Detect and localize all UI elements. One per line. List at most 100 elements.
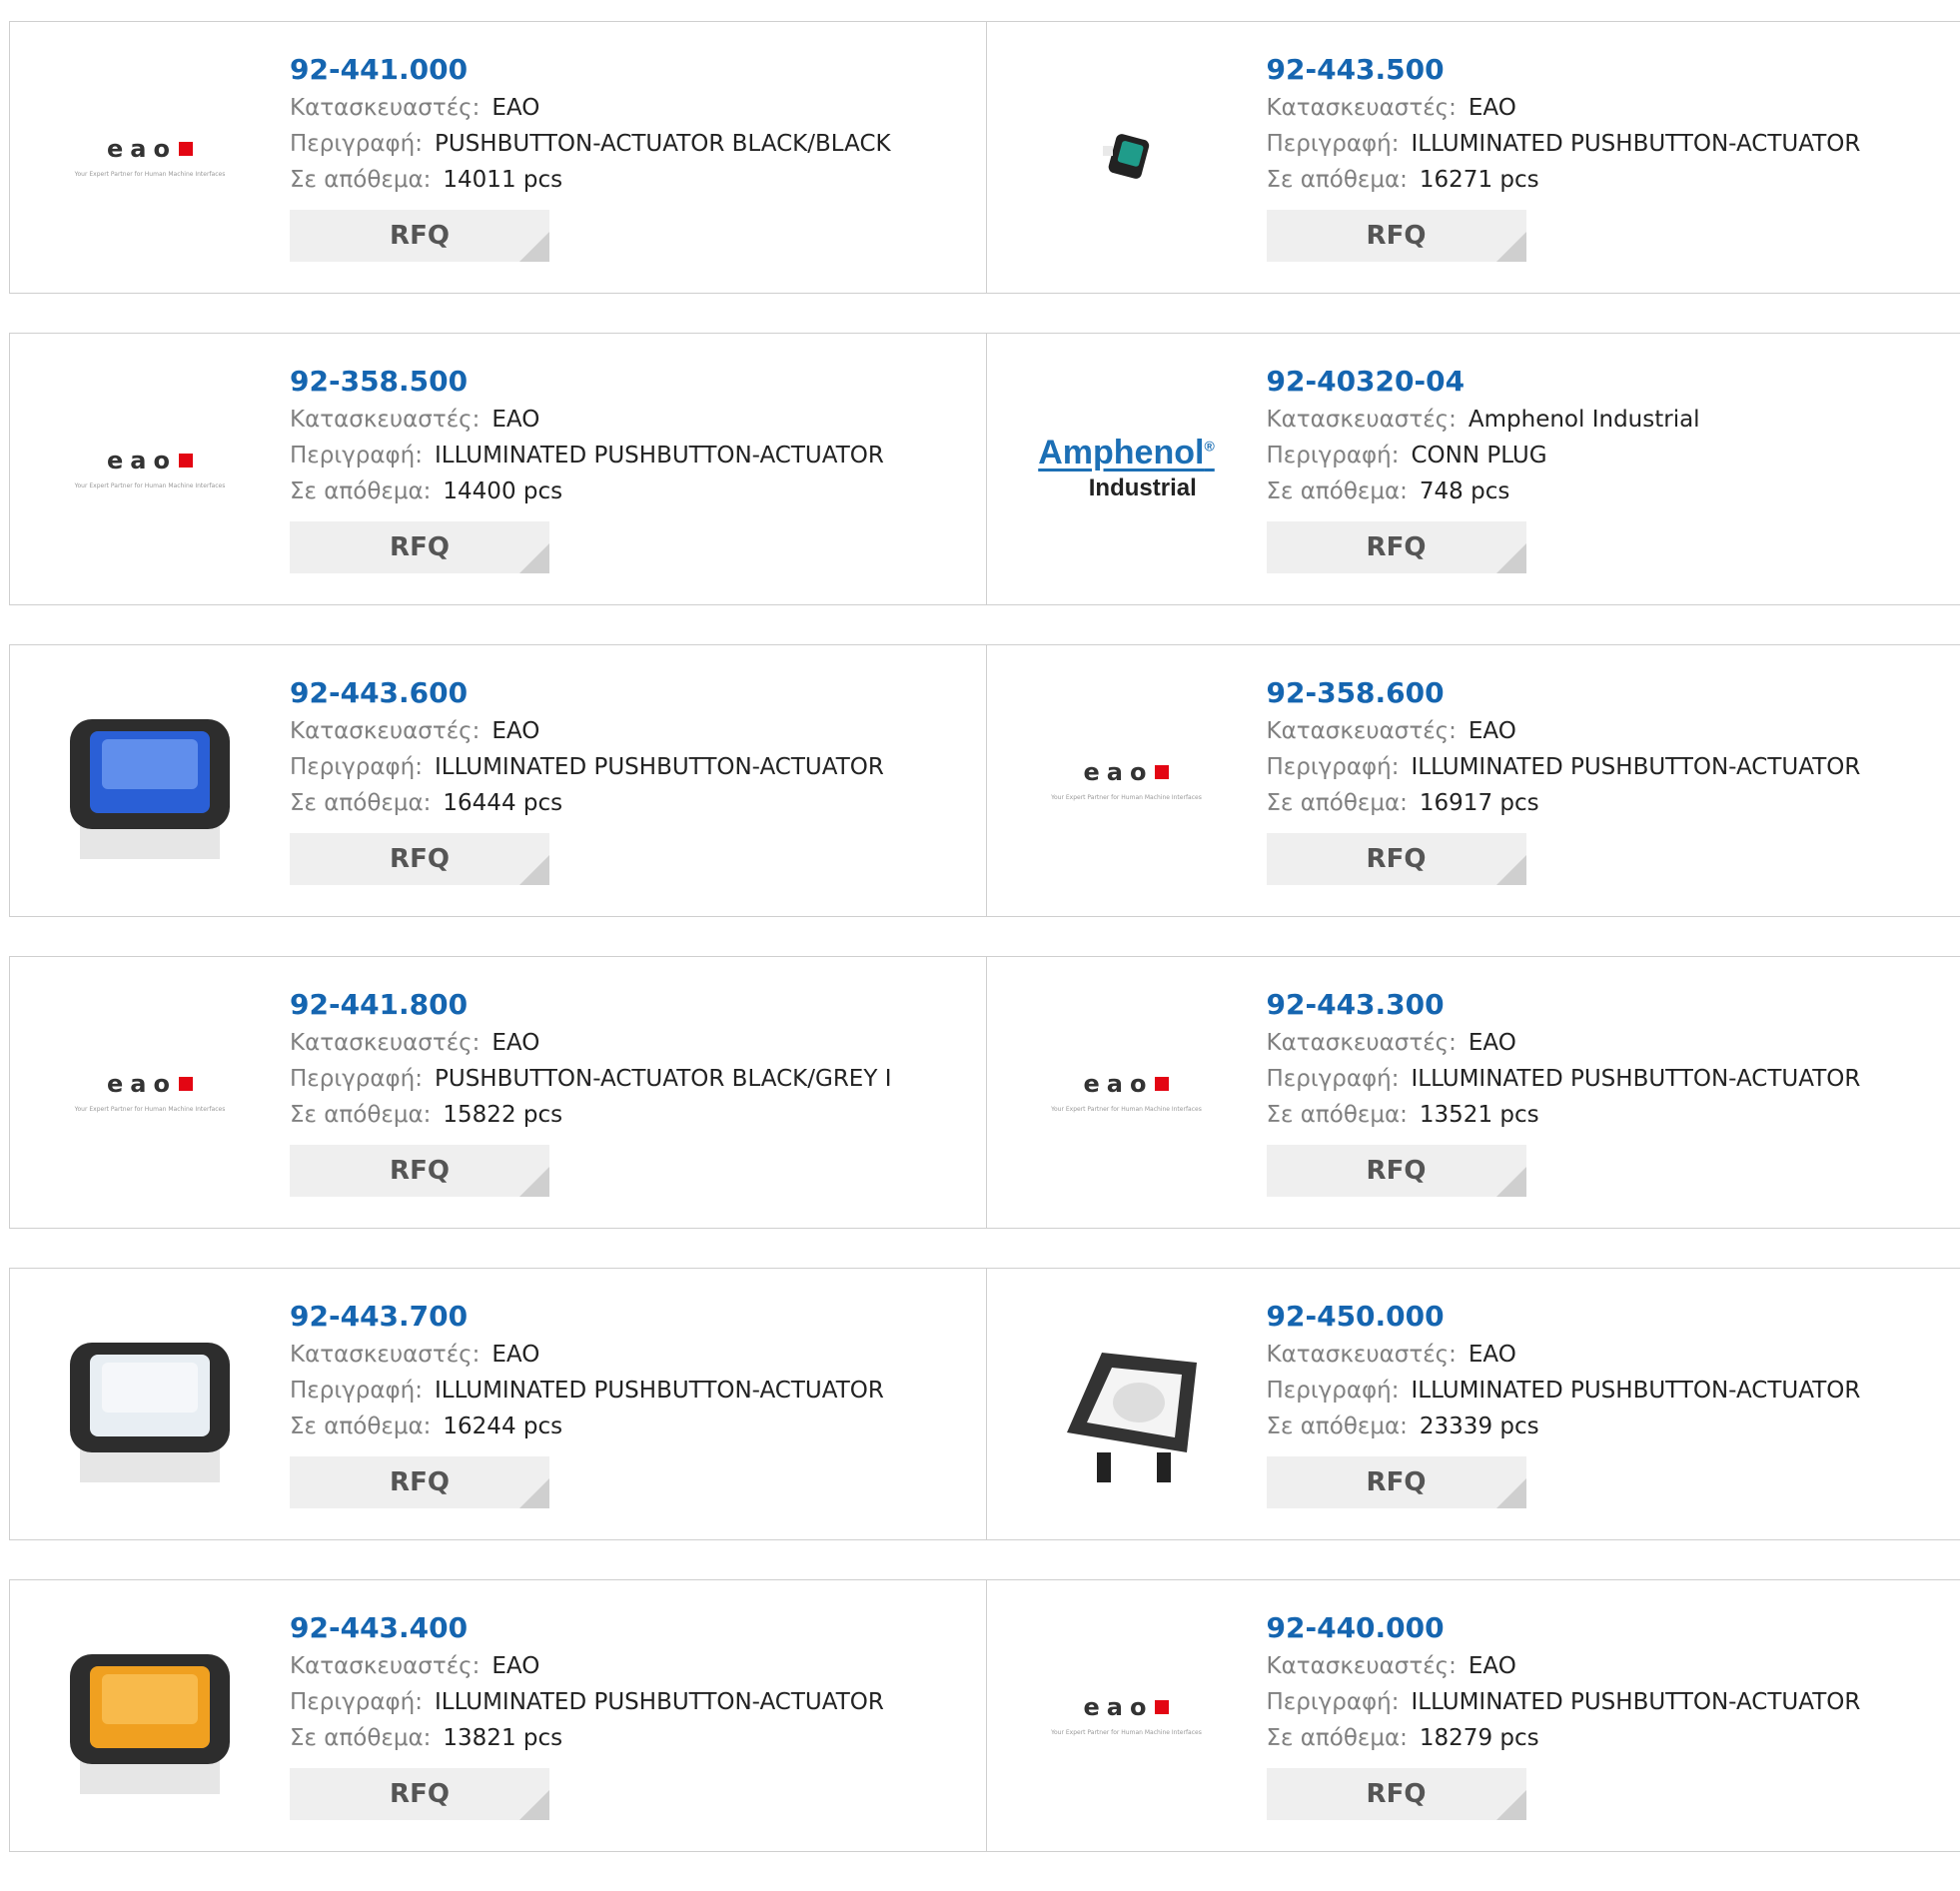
rfq-button[interactable]: RFQ [1267, 1456, 1526, 1508]
rfq-button[interactable]: RFQ [290, 833, 549, 885]
product-info: 92-441.800Κατασκευαστές:EAOΠεριγραφή:PUS… [290, 985, 891, 1197]
part-number-link[interactable]: 92-358.500 [290, 362, 884, 402]
rfq-button[interactable]: RFQ [290, 1768, 549, 1820]
part-number-link[interactable]: 92-443.600 [290, 673, 884, 713]
rfq-button[interactable]: RFQ [290, 521, 549, 573]
description-line: Περιγραφή:ILLUMINATED PUSHBUTTON-ACTUATO… [1267, 1373, 1861, 1409]
stock-value: 18279 pcs [1420, 1725, 1539, 1751]
product-info: 92-443.400Κατασκευαστές:EAOΠεριγραφή:ILL… [290, 1608, 884, 1820]
pushbutton-actuator-photo [50, 679, 250, 879]
part-number-link[interactable]: 92-441.800 [290, 985, 891, 1025]
product-image[interactable] [1027, 1303, 1227, 1502]
stock-value: 23339 pcs [1420, 1414, 1539, 1439]
eao-logo-word: eao [107, 447, 177, 474]
rfq-button[interactable]: RFQ [1267, 1768, 1526, 1820]
amphenol-logo: Amphenol®Industrial [1038, 434, 1215, 502]
product-image[interactable]: eaoYour Expert Partner for Human Machine… [50, 368, 250, 567]
description-line: Περιγραφή:PUSHBUTTON-ACTUATOR BLACK/BLAC… [290, 126, 891, 162]
rfq-button-label: RFQ [1367, 1779, 1427, 1809]
product-image[interactable]: Amphenol®Industrial [1027, 368, 1227, 567]
rfq-button[interactable]: RFQ [1267, 1145, 1526, 1197]
manufacturer-value: EAO [491, 1342, 539, 1368]
part-number-link[interactable]: 92-443.400 [290, 1608, 884, 1648]
stock-value: 14400 pcs [443, 478, 562, 504]
product-image[interactable] [50, 1614, 250, 1814]
stock-line: Σε απόθεμα:16444 pcs [290, 785, 884, 821]
manufacturer-value: EAO [1469, 718, 1516, 744]
product-image[interactable] [50, 679, 250, 879]
manufacturer-value: EAO [491, 718, 539, 744]
manufacturer-value: EAO [491, 95, 539, 121]
description-line: Περιγραφή:ILLUMINATED PUSHBUTTON-ACTUATO… [290, 438, 884, 473]
manufacturer-line: Κατασκευαστές:EAO [290, 1025, 891, 1061]
product-card: eaoYour Expert Partner for Human Machine… [10, 22, 986, 293]
rfq-button-label: RFQ [390, 532, 450, 562]
product-row: 92-443.700 Κατασκευαστές: EAO Περιγραφή:ILL… [9, 1268, 1960, 1540]
rfq-button[interactable]: RFQ [290, 1145, 549, 1197]
rfq-button[interactable]: RFQ [1267, 521, 1526, 573]
stock-value: 13521 pcs [1420, 1102, 1539, 1128]
product-image[interactable]: eaoYour Expert Partner for Human Machine… [1027, 679, 1227, 879]
product-image[interactable]: eaoYour Expert Partner for Human Machine… [1027, 991, 1227, 1191]
pushbutton-actuator-photo [1027, 56, 1227, 256]
part-number-link[interactable]: 92-443.700 [290, 1297, 884, 1337]
eao-logo: eaoYour Expert Partner for Human Machine… [1051, 758, 1202, 801]
description-line: Περιγραφή:ILLUMINATED PUSHBUTTON-ACTUATO… [1267, 1684, 1861, 1720]
product-image[interactable] [50, 1303, 250, 1502]
rfq-button[interactable]: RFQ [290, 210, 549, 262]
product-card: eaoYour Expert Partner for Human Machine… [10, 957, 986, 1228]
stock-value: 15822 pcs [443, 1102, 562, 1128]
product-image[interactable]: eaoYour Expert Partner for Human Machine… [50, 991, 250, 1191]
product-image[interactable]: eaoYour Expert Partner for Human Machine… [50, 56, 250, 256]
manufacturer-label: Κατασκευαστές: [1267, 1653, 1457, 1679]
product-info: 92-441.000 Κατασκευαστές: EAO Περιγραφή:PUS… [290, 50, 891, 262]
manufacturer-line: Κατασκευαστές:Amphenol Industrial [1267, 402, 1700, 438]
manufacturer-label: Κατασκευαστές: [290, 718, 480, 744]
manufacturer-label: Κατασκευαστές: [290, 95, 480, 121]
rfq-button-label: RFQ [390, 1467, 450, 1497]
manufacturer-label: Κατασκευαστές: [290, 1653, 480, 1679]
manufacturer-line: Κατασκευαστές: EAO [290, 90, 891, 126]
eao-logo: eaoYour Expert Partner for Human Machine… [1051, 1693, 1202, 1736]
product-image[interactable]: eaoYour Expert Partner for Human Machine… [1027, 1614, 1227, 1814]
eao-logo-word: eao [107, 1070, 177, 1098]
description-line: Περιγραφή:ILLUMINATED PUSHBUTTON-ACTUATO… [290, 749, 884, 785]
eao-logo: eaoYour Expert Partner for Human Machine… [75, 447, 226, 489]
rfq-button-label: RFQ [1367, 1156, 1427, 1186]
part-number-link[interactable]: 92-443.500 [1267, 50, 1861, 90]
description-value: PUSHBUTTON-ACTUATOR BLACK/GREY I [435, 1066, 892, 1092]
description-line: Περιγραφή:PUSHBUTTON-ACTUATOR BLACK/GREY… [290, 1061, 891, 1097]
manufacturer-label: Κατασκευαστές: [1267, 407, 1457, 433]
rfq-button-label: RFQ [390, 221, 450, 251]
stock-line: Σε απόθεμα:16917 pcs [1267, 785, 1861, 821]
part-number-link[interactable]: 92-40320-04 [1267, 362, 1700, 402]
rfq-corner-decoration [1496, 855, 1526, 885]
manufacturer-label: Κατασκευαστές: [290, 407, 480, 433]
eao-logo-square [179, 1077, 193, 1091]
stock-value: 13821 pcs [443, 1725, 562, 1751]
stock-value: 16444 pcs [443, 790, 562, 816]
product-card: 92-443.400Κατασκευαστές:EAOΠεριγραφή:ILL… [10, 1580, 986, 1851]
rfq-button[interactable]: RFQ [1267, 210, 1526, 262]
description-value: ILLUMINATED PUSHBUTTON-ACTUATOR [1411, 1378, 1860, 1404]
rfq-corner-decoration [1496, 1478, 1526, 1508]
part-number-link[interactable]: 92-441.000 [290, 50, 891, 90]
product-row: 92-443.400Κατασκευαστές:EAOΠεριγραφή:ILL… [9, 1579, 1960, 1852]
product-card: eaoYour Expert Partner for Human Machine… [10, 334, 986, 604]
part-number-link[interactable]: 92-450.000 [1267, 1297, 1861, 1337]
part-number-link[interactable]: 92-440.000 [1267, 1608, 1861, 1648]
part-number-link[interactable]: 92-358.600 [1267, 673, 1861, 713]
description-label: Περιγραφή: [290, 443, 423, 469]
eao-logo: eaoYour Expert Partner for Human Machine… [75, 135, 226, 178]
eao-logo-square [179, 454, 193, 468]
rfq-button[interactable]: RFQ [290, 1456, 549, 1508]
rfq-button[interactable]: RFQ [1267, 833, 1526, 885]
part-number-link[interactable]: 92-443.300 [1267, 985, 1861, 1025]
stock-line: Σε απόθεμα:748 pcs [1267, 473, 1700, 509]
description-value: ILLUMINATED PUSHBUTTON-ACTUATOR [1411, 131, 1860, 157]
eao-logo-square [1155, 1077, 1169, 1091]
manufacturer-label: Κατασκευαστές: [1267, 1342, 1457, 1368]
product-image[interactable] [1027, 56, 1227, 256]
rfq-corner-decoration [1496, 232, 1526, 262]
manufacturer-label: Κατασκευαστές: [290, 1342, 480, 1368]
